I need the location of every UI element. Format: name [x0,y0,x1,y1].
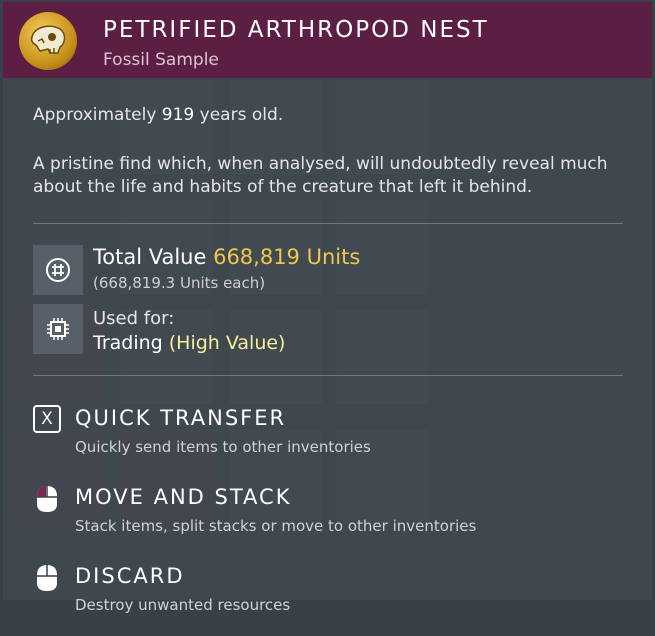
item-title: PETRIFIED ARTHROPOD NEST [103,17,489,43]
action-title: MOVE AND STACK [75,485,292,509]
divider [33,223,623,224]
used-for-value: Trading (High Value) [93,332,285,354]
units-currency-icon [33,245,83,295]
age-value: 919 [161,105,195,125]
total-value-amount: 668,819 Units [213,245,361,269]
age-prefix: Approximately [33,105,162,125]
item-tooltip-panel: PETRIFIED ARTHROPOD NEST Fossil Sample A… [3,2,652,614]
quick-transfer-action[interactable]: X QUICK TRANSFER Quickly send items to o… [33,405,633,467]
mouse-right-click-icon [33,563,61,591]
tooltip-header: PETRIFIED ARTHROPOD NEST Fossil Sample [3,2,652,78]
total-value: Total Value 668,819 Units [93,245,360,269]
action-title: QUICK TRANSFER [75,406,287,430]
item-subtitle: Fossil Sample [103,50,219,70]
total-value-label: Total Value [93,245,214,269]
item-age: Approximately 919 years old. [33,105,283,125]
action-description: Quickly send items to other inventories [75,438,371,456]
action-description: Stack items, split stacks or move to oth… [75,517,477,535]
discard-action[interactable]: DISCARD Destroy unwanted resources [33,563,633,625]
action-description: Destroy unwanted resources [75,596,291,614]
x-key-icon: X [33,405,61,433]
used-for-label: Used for: [93,308,175,329]
action-title: DISCARD [75,564,185,588]
fossil-skull-icon [19,12,77,70]
value-each: (668,819.3 Units each) [93,274,266,292]
move-and-stack-action[interactable]: MOVE AND STACK Stack items, split stacks… [33,484,633,546]
chip-icon [33,304,83,354]
usage-qualifier: (High Value) [168,332,286,354]
age-suffix: years old. [194,105,284,125]
usage-category: Trading [93,332,163,354]
mouse-left-click-icon [33,484,61,512]
item-description: A pristine find which, when analysed, wi… [33,154,608,197]
divider [33,375,623,376]
